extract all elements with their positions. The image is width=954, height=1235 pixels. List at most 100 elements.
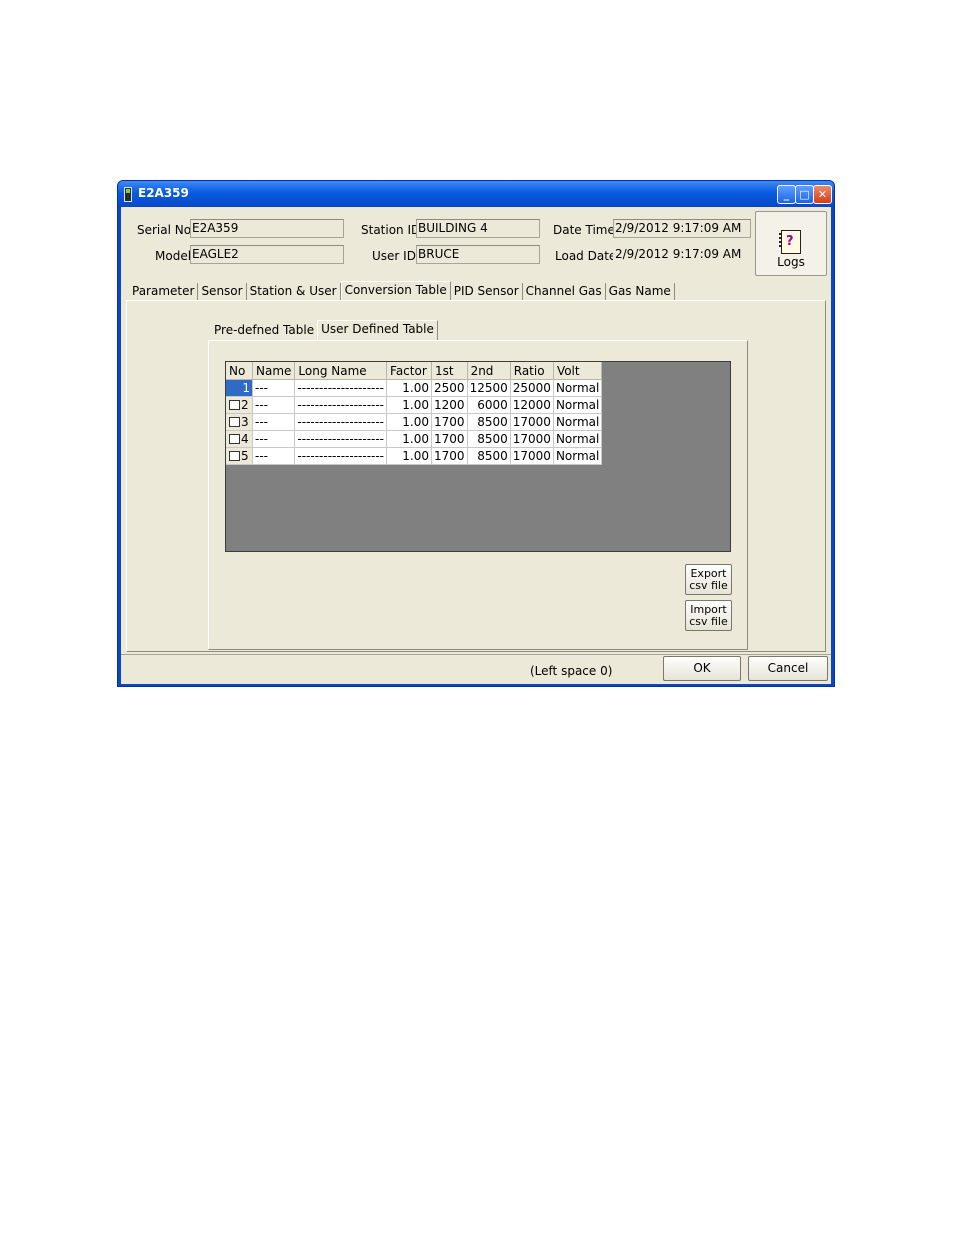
import-label-line2: csv file: [689, 615, 728, 628]
export-csv-button[interactable]: Export csv file: [685, 564, 732, 595]
name-cell[interactable]: ---: [252, 379, 296, 397]
second-cell[interactable]: 8500: [467, 430, 511, 448]
factor-cell[interactable]: 1.00: [386, 430, 433, 448]
conversion-grid[interactable]: No Name Long Name Factor 1st 2nd Ratio V…: [225, 361, 731, 552]
factor-cell[interactable]: 1.00: [386, 413, 433, 431]
col-volt[interactable]: Volt: [553, 362, 603, 380]
ratio-cell[interactable]: 25000: [510, 379, 554, 397]
name-cell[interactable]: ---: [252, 413, 296, 431]
table-row[interactable]: 1 --- -------------------- 1.00 2500 125…: [226, 379, 603, 397]
second-cell[interactable]: 12500: [467, 379, 511, 397]
row-number: 5: [241, 449, 249, 463]
logs-label: Logs: [777, 255, 805, 269]
long-name-cell[interactable]: --------------------: [294, 413, 388, 431]
row-checkbox-icon[interactable]: [229, 451, 240, 461]
long-name-cell[interactable]: --------------------: [294, 379, 388, 397]
volt-cell[interactable]: Normal: [553, 447, 603, 465]
second-cell[interactable]: 8500: [467, 413, 511, 431]
factor-cell[interactable]: 1.00: [386, 396, 433, 414]
loaddate-label: Load Date: [555, 249, 617, 263]
user-field: BRUCE: [416, 245, 540, 264]
tab-parameter[interactable]: Parameter: [129, 283, 199, 300]
second-cell[interactable]: 6000: [467, 396, 511, 414]
row-number-cell[interactable]: 5: [226, 447, 253, 465]
row-number-cell[interactable]: 4: [226, 430, 253, 448]
ok-button[interactable]: OK: [663, 656, 741, 681]
table-row[interactable]: 3 --- -------------------- 1.00 1700 850…: [226, 413, 603, 431]
close-icon[interactable]: ✕: [813, 185, 832, 204]
window-client: Serial No. E2A359 Model EAGLE2 Station I…: [121, 207, 831, 684]
second-cell[interactable]: 8500: [467, 447, 511, 465]
main-window: E2A359 _ □ ✕ Serial No. E2A359 Model EAG…: [117, 180, 835, 687]
volt-cell[interactable]: Normal: [553, 430, 603, 448]
ratio-cell[interactable]: 17000: [510, 430, 554, 448]
tab-station-user[interactable]: Station & User: [247, 283, 341, 300]
tab-pid-sensor[interactable]: PID Sensor: [451, 283, 523, 300]
tab-conversion-table[interactable]: Conversion Table: [340, 281, 451, 301]
left-space-status: (Left space 0): [530, 664, 613, 678]
first-cell[interactable]: 2500: [431, 379, 468, 397]
model-label: Model: [155, 249, 192, 263]
tab-user-defined-table[interactable]: User Defined Table: [317, 320, 438, 340]
logs-button[interactable]: ? Logs: [755, 211, 827, 276]
name-cell[interactable]: ---: [252, 430, 296, 448]
row-checkbox-icon[interactable]: [229, 434, 240, 444]
tab-predefined-table[interactable]: Pre-defned Table: [211, 322, 317, 339]
tab-sensor[interactable]: Sensor: [198, 283, 247, 300]
row-number: 4: [241, 432, 249, 446]
long-name-cell[interactable]: --------------------: [294, 430, 388, 448]
notebook-icon: ?: [779, 230, 801, 254]
col-no[interactable]: No: [226, 362, 253, 380]
factor-cell[interactable]: 1.00: [386, 379, 433, 397]
instrument-icon: [124, 187, 132, 202]
name-cell[interactable]: ---: [252, 396, 296, 414]
cancel-button[interactable]: Cancel: [748, 656, 828, 681]
datetime-label: Date Time: [553, 223, 615, 237]
name-cell[interactable]: ---: [252, 447, 296, 465]
import-csv-button[interactable]: Import csv file: [685, 600, 732, 631]
first-cell[interactable]: 1700: [431, 447, 468, 465]
row-number-cell[interactable]: 3: [226, 413, 253, 431]
col-factor[interactable]: Factor: [386, 362, 433, 380]
col-name[interactable]: Name: [252, 362, 296, 380]
long-name-cell[interactable]: --------------------: [294, 396, 388, 414]
tab-channel-gas[interactable]: Channel Gas: [523, 283, 606, 300]
row-checkbox-icon[interactable]: [229, 417, 240, 427]
status-bar: (Left space 0) OK Cancel: [121, 654, 831, 684]
ratio-cell[interactable]: 17000: [510, 413, 554, 431]
title-bar[interactable]: E2A359 _ □ ✕: [118, 181, 834, 207]
volt-cell[interactable]: Normal: [553, 379, 603, 397]
maximize-icon[interactable]: □: [795, 185, 814, 204]
station-label: Station ID: [361, 223, 421, 237]
col-second[interactable]: 2nd: [467, 362, 511, 380]
row-number-cell[interactable]: 1: [226, 379, 253, 397]
long-name-cell[interactable]: --------------------: [294, 447, 388, 465]
table-row[interactable]: 4 --- -------------------- 1.00 1700 850…: [226, 430, 603, 448]
ratio-cell[interactable]: 12000: [510, 396, 554, 414]
ratio-cell[interactable]: 17000: [510, 447, 554, 465]
volt-cell[interactable]: Normal: [553, 396, 603, 414]
col-ratio[interactable]: Ratio: [510, 362, 554, 380]
table-row[interactable]: 2 --- -------------------- 1.00 1200 600…: [226, 396, 603, 414]
first-cell[interactable]: 1200: [431, 396, 468, 414]
status-divider: [121, 654, 831, 655]
col-long-name[interactable]: Long Name: [294, 362, 388, 380]
row-checkbox-icon[interactable]: [229, 400, 240, 410]
row-number-cell[interactable]: 2: [226, 396, 253, 414]
first-cell[interactable]: 1700: [431, 413, 468, 431]
conversion-table: No Name Long Name Factor 1st 2nd Ratio V…: [226, 362, 603, 465]
loaddate-field: 2/9/2012 9:17:09 AM: [613, 245, 751, 264]
volt-cell[interactable]: Normal: [553, 413, 603, 431]
factor-cell[interactable]: 1.00: [386, 447, 433, 465]
row-number: 3: [241, 415, 249, 429]
user-label: User ID: [372, 249, 416, 263]
tab-gas-name[interactable]: Gas Name: [606, 283, 675, 300]
model-field: EAGLE2: [190, 245, 344, 264]
window-title: E2A359: [138, 186, 189, 200]
minimize-icon[interactable]: _: [777, 185, 796, 204]
export-label-line2: csv file: [689, 579, 728, 592]
first-cell[interactable]: 1700: [431, 430, 468, 448]
table-row[interactable]: 5 --- -------------------- 1.00 1700 850…: [226, 447, 603, 465]
col-first[interactable]: 1st: [431, 362, 468, 380]
station-field: BUILDING 4: [416, 219, 540, 238]
